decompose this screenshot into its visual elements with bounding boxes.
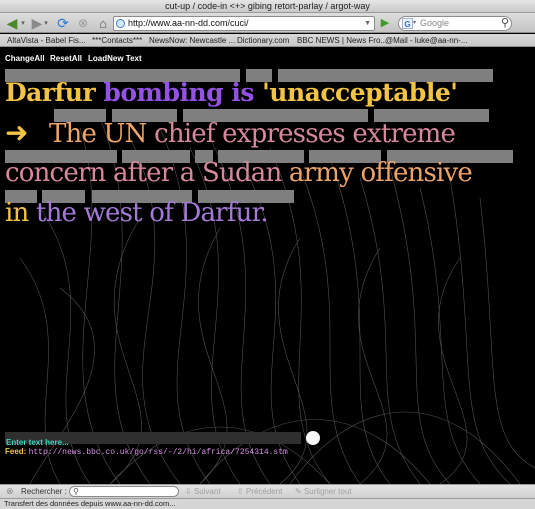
search-placeholder[interactable]: Google <box>420 18 449 28</box>
site-favicon-icon <box>116 19 125 28</box>
reload-icon[interactable]: ⟳ <box>54 15 72 31</box>
feed-label: Feed: <box>5 447 27 456</box>
find-input[interactable]: ⚲ <box>69 486 179 497</box>
highlight-all-label: Surligner tout <box>303 487 352 496</box>
bookmark-bbc-news[interactable]: BBC NEWS | News Fro... <box>297 34 387 47</box>
stop-icon[interactable]: ⊗ <box>74 15 92 31</box>
close-icon[interactable]: ⊗ <box>6 485 14 498</box>
forward-history-dropdown-icon[interactable]: ▾ <box>42 15 50 31</box>
poem-line-4: in the west of Darfur. <box>5 198 269 228</box>
word-army-offensive[interactable]: army offensive <box>289 158 473 188</box>
poem-line-3: concern after a Sudan army offensive <box>5 158 473 188</box>
text-input-box[interactable] <box>5 432 301 449</box>
bookmark-dictionary[interactable]: Dictionary.com <box>237 34 289 47</box>
bookmarks-bar: AltaVista - Babel Fis... ***Contacts*** … <box>0 34 535 47</box>
search-magnifier-icon[interactable]: ⚲ <box>501 16 509 29</box>
search-engine-icon[interactable]: G <box>402 18 413 29</box>
word-unacceptable[interactable]: 'unacceptable' <box>262 78 458 107</box>
find-previous-button[interactable]: ⇧ Précédent <box>237 485 282 498</box>
find-next-label: Suivant <box>193 487 221 496</box>
word-the-un[interactable]: The UN <box>49 119 147 149</box>
search-engine-dropdown-icon[interactable]: ▾ <box>413 17 416 30</box>
word-chief-expresses-extreme[interactable]: chief expresses extreme <box>154 119 456 149</box>
back-history-dropdown-icon[interactable]: ▾ <box>19 15 27 31</box>
word-darfur-end[interactable]: Darfur. <box>180 198 268 228</box>
word-concern-after-a[interactable]: concern after a <box>5 158 195 188</box>
highlight-all-button[interactable]: ✎ Surligner tout <box>295 485 352 498</box>
page-canvas: ChangeAll ResetAll LoadNew Text Darfur b… <box>0 48 535 484</box>
word-the-west-of[interactable]: the west of <box>36 198 174 228</box>
bookmark-contacts[interactable]: ***Contacts*** <box>92 34 142 47</box>
word-sudan[interactable]: Sudan <box>202 158 282 188</box>
find-next-button[interactable]: ⇩ Suivant <box>185 485 221 498</box>
reset-all-button[interactable]: ResetAll <box>50 54 82 63</box>
change-all-button[interactable]: ChangeAll <box>5 54 45 63</box>
window-title: cut-up / code-in <+> gibing retort-parla… <box>0 0 535 13</box>
arrow-right-icon: ➜ <box>5 116 28 149</box>
status-bar: Transfert des données depuis www.aa-nn-d… <box>0 498 535 509</box>
magnifier-icon: ⚲ <box>73 487 79 496</box>
find-label: Rechercher : <box>21 487 67 496</box>
address-url[interactable]: http://www.aa-nn-dd.com/cuci/ <box>128 18 249 28</box>
address-bar[interactable]: http://www.aa-nn-dd.com/cuci/ ▼ <box>113 16 375 31</box>
feed-line: Feed: http://news.bbc.co.uk/go/rss/-/2/h… <box>5 447 288 457</box>
word-bombing-is[interactable]: bombing is <box>103 78 254 107</box>
home-icon[interactable]: ⌂ <box>94 15 112 31</box>
submit-circle-button[interactable] <box>306 431 320 445</box>
word-in[interactable]: in <box>5 198 29 228</box>
find-bar: ⊗ Rechercher : ⚲ ⇩ Suivant ⇧ Précédent ✎… <box>0 484 535 498</box>
bookmark-mail[interactable]: @Mail - luke@aa-nn-... <box>385 34 468 47</box>
poem-line-1: Darfur bombing is 'unacceptable' <box>5 78 458 107</box>
navigation-toolbar: ◀ ▾ ▶ ▾ ⟳ ⊗ ⌂ http://www.aa-nn-dd.com/cu… <box>0 13 535 33</box>
go-button[interactable]: ▶ <box>378 16 392 31</box>
bookmark-newsnow[interactable]: NewsNow: Newcastle ... <box>149 34 235 47</box>
search-box[interactable]: G ▾ Google <box>398 16 512 31</box>
find-previous-label: Précédent <box>245 487 283 496</box>
bookmark-altavista[interactable]: AltaVista - Babel Fis... <box>7 34 86 47</box>
poem-line-2: ➜ The UN chief expresses extreme <box>5 116 456 149</box>
url-history-dropdown-icon[interactable]: ▼ <box>364 17 371 30</box>
word-darfur[interactable]: Darfur <box>5 78 96 107</box>
load-new-text-button[interactable]: LoadNew Text <box>88 54 142 63</box>
feed-url-link[interactable]: http://news.bbc.co.uk/go/rss/-/2/hi/afri… <box>29 448 288 457</box>
